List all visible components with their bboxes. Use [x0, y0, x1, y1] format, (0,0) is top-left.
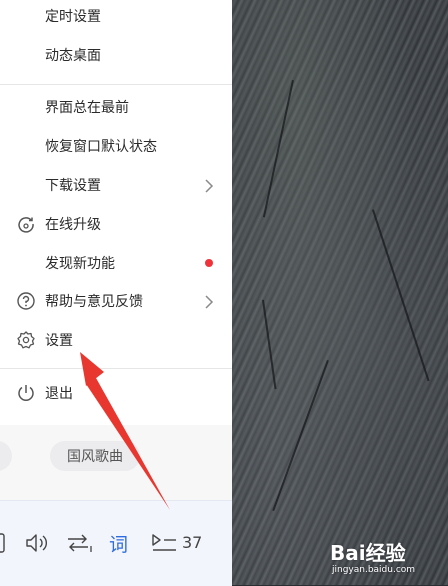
menu-item-label: 在线升级: [45, 217, 101, 233]
menu-item-dynamic-desktop[interactable]: 动态桌面: [0, 37, 232, 73]
lyrics-toggle-button[interactable]: 词: [109, 530, 128, 557]
menu-item-label: 界面总在最前: [45, 100, 129, 116]
baidu-jingyan-watermark: Bai经验 jingyan.baidu.com: [330, 535, 445, 583]
playlist-icon[interactable]: [150, 532, 178, 554]
player-panel: 定时设置 动态桌面 界面总在最前 恢复窗口默认状态 下载设置 在线升级 发现新功…: [0, 0, 232, 586]
menu-item-label: 设置: [45, 333, 73, 349]
menu-item-new-features[interactable]: 发现新功能: [0, 245, 232, 281]
menu-item-label: 帮助与意见反馈: [45, 294, 143, 310]
repeat-one-icon[interactable]: [66, 532, 94, 554]
menu-item-label: 发现新功能: [45, 256, 115, 272]
playlist-count: 37: [182, 533, 203, 552]
settings-menu: 定时设置 动态桌面 界面总在最前 恢复窗口默认状态 下载设置 在线升级 发现新功…: [0, 0, 232, 425]
watermark-url: jingyan.baidu.com: [332, 565, 416, 575]
chevron-right-icon: [205, 179, 214, 193]
menu-item-always-on-top[interactable]: 界面总在最前: [0, 89, 232, 125]
new-badge-dot: [205, 259, 213, 267]
menu-item-help-feedback[interactable]: 帮助与意见反馈: [0, 283, 232, 319]
player-control-bar: 词 37: [0, 500, 232, 586]
menu-item-timer[interactable]: 定时设置: [0, 0, 232, 34]
desktop-lyrics-icon[interactable]: [0, 531, 8, 555]
tag-row: 国风歌曲: [0, 426, 232, 500]
desktop-wallpaper: [232, 0, 448, 585]
menu-item-exit[interactable]: 退出: [0, 375, 232, 411]
menu-item-restore-window[interactable]: 恢复窗口默认状态: [0, 128, 232, 164]
menu-divider: [0, 84, 232, 85]
tag-pill-guofeng[interactable]: 国风歌曲: [50, 441, 140, 471]
menu-item-label: 动态桌面: [45, 48, 101, 64]
chevron-right-icon: [205, 295, 214, 309]
menu-item-online-upgrade[interactable]: 在线升级: [0, 206, 232, 242]
menu-item-label: 恢复窗口默认状态: [45, 139, 157, 155]
power-icon: [18, 385, 34, 401]
upgrade-icon: [18, 217, 34, 233]
tag-pill[interactable]: [0, 441, 12, 471]
help-icon: [17, 292, 35, 310]
menu-divider: [0, 368, 232, 369]
menu-item-label: 定时设置: [45, 9, 101, 25]
volume-icon[interactable]: [24, 531, 50, 555]
gear-icon: [17, 331, 35, 349]
menu-item-label: 退出: [45, 386, 73, 402]
menu-item-download-settings[interactable]: 下载设置: [0, 167, 232, 203]
menu-item-label: 下载设置: [45, 178, 101, 194]
menu-item-settings[interactable]: 设置: [0, 322, 232, 358]
watermark-brand: Bai经验: [330, 541, 406, 565]
